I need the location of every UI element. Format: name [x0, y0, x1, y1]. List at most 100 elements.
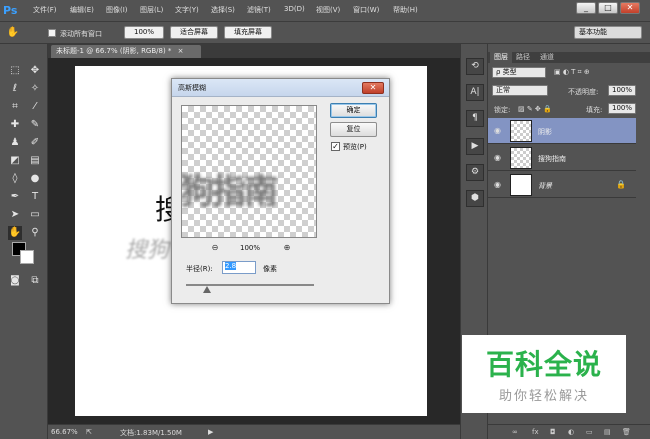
blur-tool-icon[interactable]: ◊ [8, 172, 22, 186]
blur-preview[interactable]: 狗指南 [181, 105, 317, 238]
fill-input[interactable]: 100% [608, 103, 636, 114]
paragraph-panel-icon[interactable]: ¶ [466, 110, 484, 127]
watermark: 百科全说 助你轻松解决 [462, 335, 626, 413]
lock-label: 锁定: [494, 106, 511, 114]
hand-tool-icon[interactable]: ✋ [8, 226, 22, 240]
new-group-icon[interactable]: ▭ [586, 428, 593, 436]
background-color-swatch[interactable] [20, 250, 34, 264]
filter-icons[interactable]: ▣ ◐ T ⌗ ⊕ [554, 68, 590, 77]
watermark-title: 百科全说 [485, 348, 602, 381]
tab-layers[interactable]: 图层 [490, 52, 512, 63]
visibility-eye-icon[interactable]: ◉ [494, 180, 501, 189]
lock-icons[interactable]: ▨ ✎ ✥ 🔒 [518, 105, 552, 113]
add-mask-icon[interactable]: ◘ [550, 428, 556, 436]
layer-row-sogou[interactable]: ◉ 搜狗指南 [488, 145, 636, 171]
move-tool-icon[interactable]: ✥ [28, 64, 42, 78]
menu-select[interactable]: 选择(S) [211, 5, 235, 15]
properties-panel-icon[interactable]: ⚙ [466, 164, 484, 181]
close-button[interactable]: ✕ [620, 2, 640, 14]
export-icon[interactable]: ⇱ [86, 428, 92, 436]
adjustment-layer-icon[interactable]: ◐ [568, 428, 574, 436]
menu-3d[interactable]: 3D(D) [284, 5, 305, 13]
reset-button[interactable]: 复位 [330, 122, 377, 137]
history-panel-icon[interactable]: ⟲ [466, 58, 484, 75]
opacity-input[interactable]: 100% [608, 85, 636, 96]
zoom-out-icon[interactable]: ⊖ [210, 243, 220, 253]
zoom-tool-icon[interactable]: ⚲ [28, 226, 42, 240]
crop-tool-icon[interactable]: ⌗ [8, 100, 22, 114]
status-bar: 66.67% ⇱ 文档:1.83M/1.50M ▶ [48, 424, 460, 439]
minimize-button[interactable]: _ [576, 2, 596, 14]
shape-tool-icon[interactable]: ▭ [28, 208, 42, 222]
menu-image[interactable]: 图像(I) [106, 5, 128, 15]
menu-edit[interactable]: 编辑(E) [70, 5, 94, 15]
tab-paths[interactable]: 路径 [512, 52, 534, 63]
screen-mode-icon[interactable]: ⧉ [28, 274, 42, 288]
zoom-in-icon[interactable]: ⊕ [282, 243, 292, 253]
dodge-tool-icon[interactable]: ● [28, 172, 42, 186]
eyedropper-tool-icon[interactable]: ⁄ [28, 100, 42, 114]
eraser-tool-icon[interactable]: ◩ [8, 154, 22, 168]
maximize-button[interactable]: □ [598, 2, 618, 14]
layer-thumbnail [510, 120, 532, 142]
menu-bar: Ps 文件(F) 编辑(E) 图像(I) 图层(L) 文字(Y) 选择(S) 滤… [0, 0, 650, 22]
radius-input[interactable]: 2.8 [222, 261, 256, 274]
menu-view[interactable]: 视图(V) [316, 5, 340, 15]
workspace-select[interactable]: 基本功能 [574, 26, 642, 39]
ok-button[interactable]: 确定 [330, 103, 377, 118]
document-tab[interactable]: 未标题-1 @ 66.7% (阴影, RGB/8) * × [51, 45, 201, 58]
fill-screen-button[interactable]: 填充屏幕 [224, 26, 272, 39]
layer-row-shadow[interactable]: ◉ 阴影 [488, 118, 636, 144]
blend-mode-select[interactable]: 正常 [492, 85, 548, 96]
clone-stamp-tool-icon[interactable]: ♟ [8, 136, 22, 150]
history-brush-tool-icon[interactable]: ✐ [28, 136, 42, 150]
photoshop-logo: Ps [3, 4, 18, 17]
tools-panel: ⬚ ✥ ℓ ✧ ⌗ ⁄ ✚ ✎ ♟ ✐ ◩ ▤ ◊ ● ✒ T ➤ ▭ ✋ ⚲ … [0, 44, 48, 439]
trash-icon[interactable]: 🗑 [622, 428, 631, 436]
document-tab-close-icon[interactable]: × [178, 47, 184, 55]
menu-window[interactable]: 窗口(W) [353, 5, 379, 15]
menu-help[interactable]: 帮助(H) [393, 5, 418, 15]
layer-filter-select[interactable]: ρ 类型 [492, 67, 546, 78]
maximize-icon: □ [604, 3, 612, 12]
scroll-all-checkbox[interactable] [48, 29, 56, 37]
link-layers-icon[interactable]: ∞ [512, 428, 518, 436]
new-layer-icon[interactable]: ▤ [604, 428, 611, 436]
menu-file[interactable]: 文件(F) [33, 5, 57, 15]
visibility-eye-icon[interactable]: ◉ [494, 153, 501, 162]
magic-wand-tool-icon[interactable]: ✧ [28, 82, 42, 96]
fx-icon[interactable]: fx [532, 428, 539, 436]
quick-mask-icon[interactable]: ◙ [8, 274, 22, 288]
lasso-tool-icon[interactable]: ℓ [8, 82, 22, 96]
preview-checkbox[interactable]: ✓ [331, 142, 340, 151]
visibility-eye-icon[interactable]: ◉ [494, 126, 501, 135]
radius-slider-thumb[interactable] [203, 286, 211, 293]
dialog-titlebar[interactable]: 高斯模糊 ✕ [172, 79, 389, 97]
path-selection-tool-icon[interactable]: ➤ [8, 208, 22, 222]
menu-type[interactable]: 文字(Y) [175, 5, 199, 15]
character-panel-icon[interactable]: A| [466, 84, 484, 101]
hand-tool-preset-icon[interactable]: ✋ [6, 26, 20, 40]
document-tab-label: 未标题-1 @ 66.7% (阴影, RGB/8) * [56, 47, 172, 55]
zoom-level[interactable]: 66.67% [51, 428, 78, 436]
brush-tool-icon[interactable]: ✎ [28, 118, 42, 132]
gradient-tool-icon[interactable]: ▤ [28, 154, 42, 168]
pen-tool-icon[interactable]: ✒ [8, 190, 22, 204]
zoom-100-button[interactable]: 100% [124, 26, 164, 39]
marquee-tool-icon[interactable]: ⬚ [8, 64, 22, 78]
menu-layer[interactable]: 图层(L) [140, 5, 163, 15]
radius-unit: 像素 [263, 265, 277, 273]
healing-brush-tool-icon[interactable]: ✚ [8, 118, 22, 132]
layer-row-background[interactable]: ◉ 背景 🔒 [488, 172, 636, 198]
fill-label: 填充: [586, 106, 603, 114]
document-info: 文档:1.83M/1.50M [120, 429, 182, 437]
status-arrow-icon[interactable]: ▶ [208, 428, 213, 436]
3d-panel-icon[interactable]: ⬢ [466, 190, 484, 207]
fit-screen-button[interactable]: 适合屏幕 [170, 26, 218, 39]
tab-channels[interactable]: 通道 [536, 52, 558, 63]
type-tool-icon[interactable]: T [28, 190, 42, 204]
actions-panel-icon[interactable]: ▶ [466, 138, 484, 155]
layer-name: 背景 [538, 182, 552, 190]
menu-filter[interactable]: 滤镜(T) [247, 5, 271, 15]
dialog-close-button[interactable]: ✕ [362, 82, 384, 94]
